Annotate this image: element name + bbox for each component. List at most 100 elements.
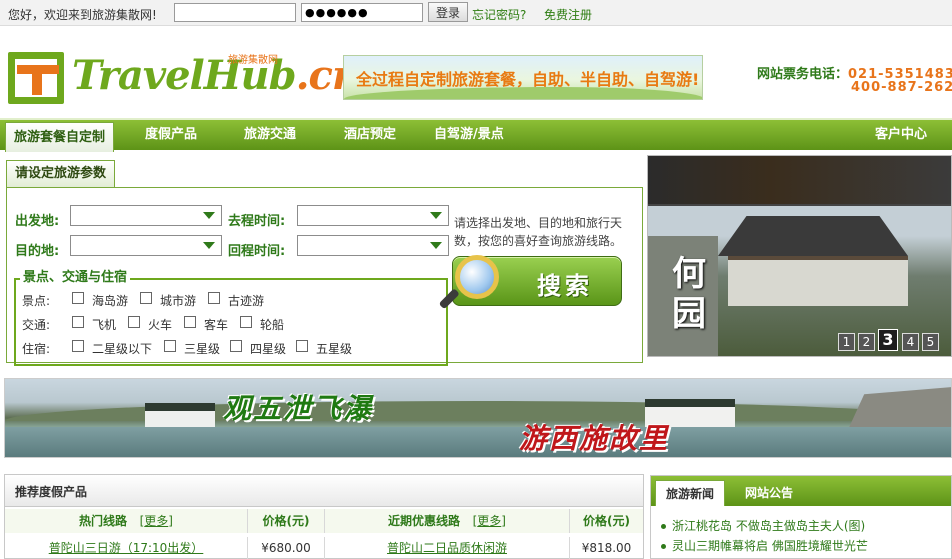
depart-label: 出发地:: [15, 214, 60, 229]
hot-price-header: 价格(元): [248, 509, 325, 533]
bullet-icon: [661, 544, 666, 549]
forgot-password-link[interactable]: 忘记密码?: [472, 6, 526, 23]
checkbox-5star[interactable]: [296, 340, 308, 352]
go-date-select[interactable]: [297, 205, 449, 226]
deal-price-header: 价格(元): [570, 509, 643, 533]
destination-select[interactable]: [70, 235, 222, 256]
slogan-banner[interactable]: 全过程自定制旅游套餐，自助、半自助、自驾游!: [343, 55, 703, 100]
login-button[interactable]: 登录: [428, 2, 468, 22]
news-item[interactable]: 浙江桃花岛 不做岛主做岛主夫人(图): [661, 517, 865, 534]
site-logo[interactable]: TravelHub.cn 旅游集散网: [8, 48, 361, 106]
pavilion-roof: [718, 216, 908, 256]
option-city: 城市游: [160, 294, 197, 308]
chevron-down-icon: [430, 212, 442, 219]
hot-routes-more-link[interactable]: [更多]: [140, 514, 173, 528]
preferences-legend: 景点、交通与住宿: [20, 266, 131, 285]
row-label-transport: 交通:: [22, 318, 51, 332]
tab-travel-news[interactable]: 旅游新闻: [655, 480, 726, 506]
option-below-2star: 二星级以下: [92, 342, 153, 356]
banner-text-waterfall: 观五泄飞瀑: [223, 392, 374, 425]
slide-page-1[interactable]: 1: [838, 333, 855, 351]
search-button-label: 搜索: [537, 272, 593, 300]
nav-item-custom-package[interactable]: 旅游套餐自定制: [5, 122, 115, 152]
chevron-down-icon: [203, 242, 215, 249]
checkbox-city[interactable]: [140, 292, 152, 304]
deal-route-price: ¥818.00: [581, 541, 632, 555]
slide-page-2[interactable]: 2: [858, 333, 875, 351]
option-ship: 轮船: [260, 318, 285, 332]
chevron-down-icon: [203, 212, 215, 219]
slide-page-5[interactable]: 5: [922, 333, 939, 351]
preferences-fieldset: 景点: 海岛游 城市游 古迹游 交通: 飞机 火车 客车 轮船 住宿: 二星级以…: [14, 278, 448, 366]
depart-select[interactable]: [70, 205, 222, 226]
deal-route-link[interactable]: 普陀山二日品质休闲游: [325, 537, 570, 559]
nav-item-transport[interactable]: 旅游交通: [244, 120, 296, 150]
deal-routes-more-link[interactable]: [更多]: [473, 514, 506, 528]
option-plane: 飞机: [92, 318, 117, 332]
recommended-products: 推荐度假产品 热门线路 [更多] 价格(元) 近期优惠线路 [更多] 价格(元)…: [4, 474, 644, 559]
row-label-attractions: 景点:: [22, 294, 51, 308]
ticket-phone-2: 400-887-2626: [851, 80, 952, 95]
news-panel: 旅游新闻 网站公告 浙江桃花岛 不做岛主做岛主夫人(图) 灵山三期帷幕将启 佛国…: [650, 475, 952, 559]
search-panel-tab: 请设定旅游参数: [6, 160, 116, 187]
logo-wordmark: TravelHub.cn: [72, 52, 361, 99]
promo-banner[interactable]: 观五泄飞瀑 游西施故里: [4, 378, 952, 458]
banner-text-xishi: 游西施故里: [519, 422, 670, 455]
main-nav: 旅游套餐自定制 度假产品 旅游交通 酒店预定 自驾游/景点 客户中心: [0, 118, 952, 152]
checkbox-below-2star[interactable]: [72, 340, 84, 352]
slide-top-strip: [648, 156, 951, 204]
chevron-down-icon: [430, 242, 442, 249]
destination-label: 目的地:: [15, 244, 60, 259]
recommended-title: 推荐度假产品: [15, 485, 88, 499]
top-login-bar: 您好，欢迎来到旅游集散网! 登录 忘记密码? 免费注册: [0, 0, 952, 26]
water-graphic: [5, 427, 951, 457]
checkbox-plane[interactable]: [72, 316, 84, 328]
tab-site-notice[interactable]: 网站公告: [735, 480, 803, 506]
slide-page-3[interactable]: 3: [878, 329, 898, 351]
checkbox-heritage[interactable]: [208, 292, 220, 304]
return-date-label: 回程时间:: [228, 244, 286, 259]
search-icon: [455, 255, 499, 299]
logo-icon: [8, 52, 64, 104]
checkbox-3star[interactable]: [164, 340, 176, 352]
house-graphic: [145, 403, 215, 429]
slide-page-4[interactable]: 4: [902, 333, 919, 351]
option-heritage: 古迹游: [228, 294, 265, 308]
bullet-icon: [661, 524, 666, 529]
news-tabs: 旅游新闻 网站公告: [651, 476, 951, 506]
checkbox-ship[interactable]: [240, 316, 252, 328]
checkbox-4star[interactable]: [230, 340, 242, 352]
password-input[interactable]: [301, 3, 423, 22]
username-input[interactable]: [174, 3, 296, 22]
option-bus: 客车: [204, 318, 229, 332]
option-5star: 五星级: [316, 342, 353, 356]
nav-item-customer-center[interactable]: 客户中心: [875, 120, 927, 150]
hot-routes-header: 热门线路 [更多]: [5, 509, 248, 533]
go-date-label: 去程时间:: [228, 214, 286, 229]
row-label-hotel: 住宿:: [22, 342, 51, 356]
logo-subtitle: 旅游集散网: [228, 55, 278, 66]
nav-item-self-drive[interactable]: 自驾游/景点: [434, 120, 504, 150]
nav-item-vacation[interactable]: 度假产品: [145, 120, 197, 150]
deal-routes-header: 近期优惠线路 [更多]: [325, 509, 570, 533]
recommended-header: 推荐度假产品: [5, 475, 643, 507]
featured-slideshow[interactable]: 何园: [647, 155, 952, 357]
checkbox-island[interactable]: [72, 292, 84, 304]
checkbox-train[interactable]: [128, 316, 140, 328]
search-hint: 请选择出发地、目的地和旅行天数，按您的喜好查询旅游线路。: [454, 216, 623, 248]
return-date-select[interactable]: [297, 235, 449, 256]
news-item[interactable]: 灵山三期帷幕将启 佛国胜境耀世光芒: [661, 537, 868, 554]
hot-route-price: ¥680.00: [248, 537, 325, 559]
checkbox-bus[interactable]: [184, 316, 196, 328]
option-train: 火车: [148, 318, 173, 332]
pavilion-wall: [728, 256, 908, 306]
slide-caption: 何园: [672, 254, 706, 334]
welcome-text: 您好，欢迎来到旅游集散网!: [8, 8, 157, 22]
slogan-text: 全过程自定制旅游套餐，自助、半自助、自驾游!: [356, 70, 700, 89]
search-button[interactable]: 搜索: [438, 255, 622, 310]
option-3star: 三星级: [184, 342, 221, 356]
register-link[interactable]: 免费注册: [544, 6, 592, 23]
hot-route-link[interactable]: 普陀山三日游（17:10出发）: [5, 537, 248, 559]
nav-item-hotel[interactable]: 酒店预定: [344, 120, 396, 150]
option-island: 海岛游: [92, 294, 129, 308]
